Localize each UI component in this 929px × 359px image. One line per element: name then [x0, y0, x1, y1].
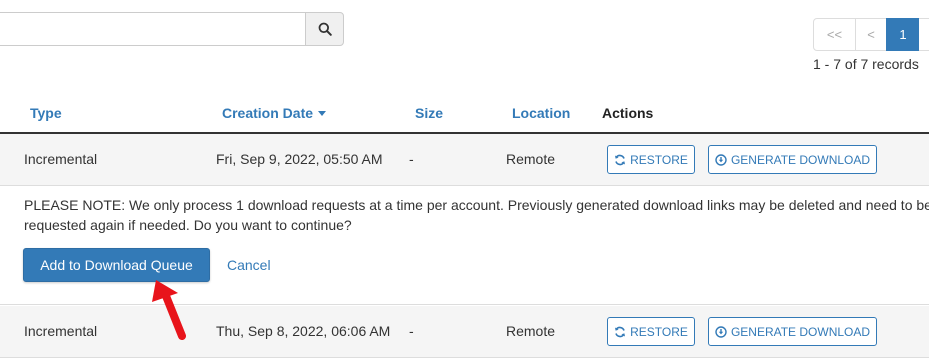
- column-header-location[interactable]: Location: [512, 105, 570, 121]
- column-header-creation-date[interactable]: Creation Date: [222, 105, 327, 121]
- generate-download-button[interactable]: GENERATE DOWNLOAD: [708, 317, 877, 346]
- first-page-button[interactable]: <<: [813, 18, 856, 51]
- column-header-actions: Actions: [602, 105, 654, 121]
- restore-button[interactable]: RESTORE: [607, 145, 695, 174]
- search-icon: [318, 22, 332, 36]
- records-count: 1 - 7 of 7 records: [813, 56, 919, 72]
- column-header-size[interactable]: Size: [415, 105, 443, 121]
- row-creation-date: Thu, Sep 8, 2022, 06:06 AM: [216, 323, 391, 339]
- sort-descending-icon: [318, 111, 327, 116]
- pagination: << < 1: [813, 18, 929, 51]
- row-size: -: [409, 151, 414, 167]
- column-header-creation-date-label: Creation Date: [222, 105, 314, 121]
- download-note-text: PLEASE NOTE: We only process 1 download …: [24, 197, 929, 233]
- restore-button[interactable]: RESTORE: [607, 317, 695, 346]
- download-circle-icon: [715, 153, 727, 166]
- table-row: Incremental Thu, Sep 8, 2022, 06:06 AM -…: [0, 306, 929, 358]
- red-arrow-icon: [152, 280, 186, 340]
- row-location: Remote: [506, 151, 556, 167]
- row-location: Remote: [506, 323, 556, 339]
- refresh-icon: [615, 326, 626, 337]
- generate-download-button-label: GENERATE DOWNLOAD: [730, 152, 871, 167]
- cancel-link[interactable]: Cancel: [227, 257, 271, 273]
- restore-button-label: RESTORE: [630, 152, 688, 167]
- next-page-button[interactable]: [919, 18, 929, 51]
- search-input[interactable]: [0, 12, 305, 46]
- previous-page-button[interactable]: <: [855, 18, 887, 51]
- column-header-type[interactable]: Type: [30, 105, 62, 121]
- generate-download-button[interactable]: GENERATE DOWNLOAD: [708, 145, 877, 174]
- row-creation-date: Fri, Sep 9, 2022, 05:50 AM: [216, 151, 383, 167]
- row-size: -: [409, 323, 414, 339]
- search-button[interactable]: [305, 12, 344, 46]
- table-row: Incremental Fri, Sep 9, 2022, 05:50 AM -…: [0, 134, 929, 186]
- refresh-icon: [615, 154, 626, 165]
- row-type: Incremental: [24, 323, 98, 339]
- generate-download-button-label: GENERATE DOWNLOAD: [730, 324, 871, 339]
- current-page-button[interactable]: 1: [886, 18, 920, 51]
- download-confirmation-panel: PLEASE NOTE: We only process 1 download …: [0, 187, 929, 305]
- table-header: Type Creation Date Size Location Actions: [0, 96, 929, 134]
- download-circle-icon: [715, 325, 727, 338]
- restore-button-label: RESTORE: [630, 324, 688, 339]
- row-type: Incremental: [24, 151, 98, 167]
